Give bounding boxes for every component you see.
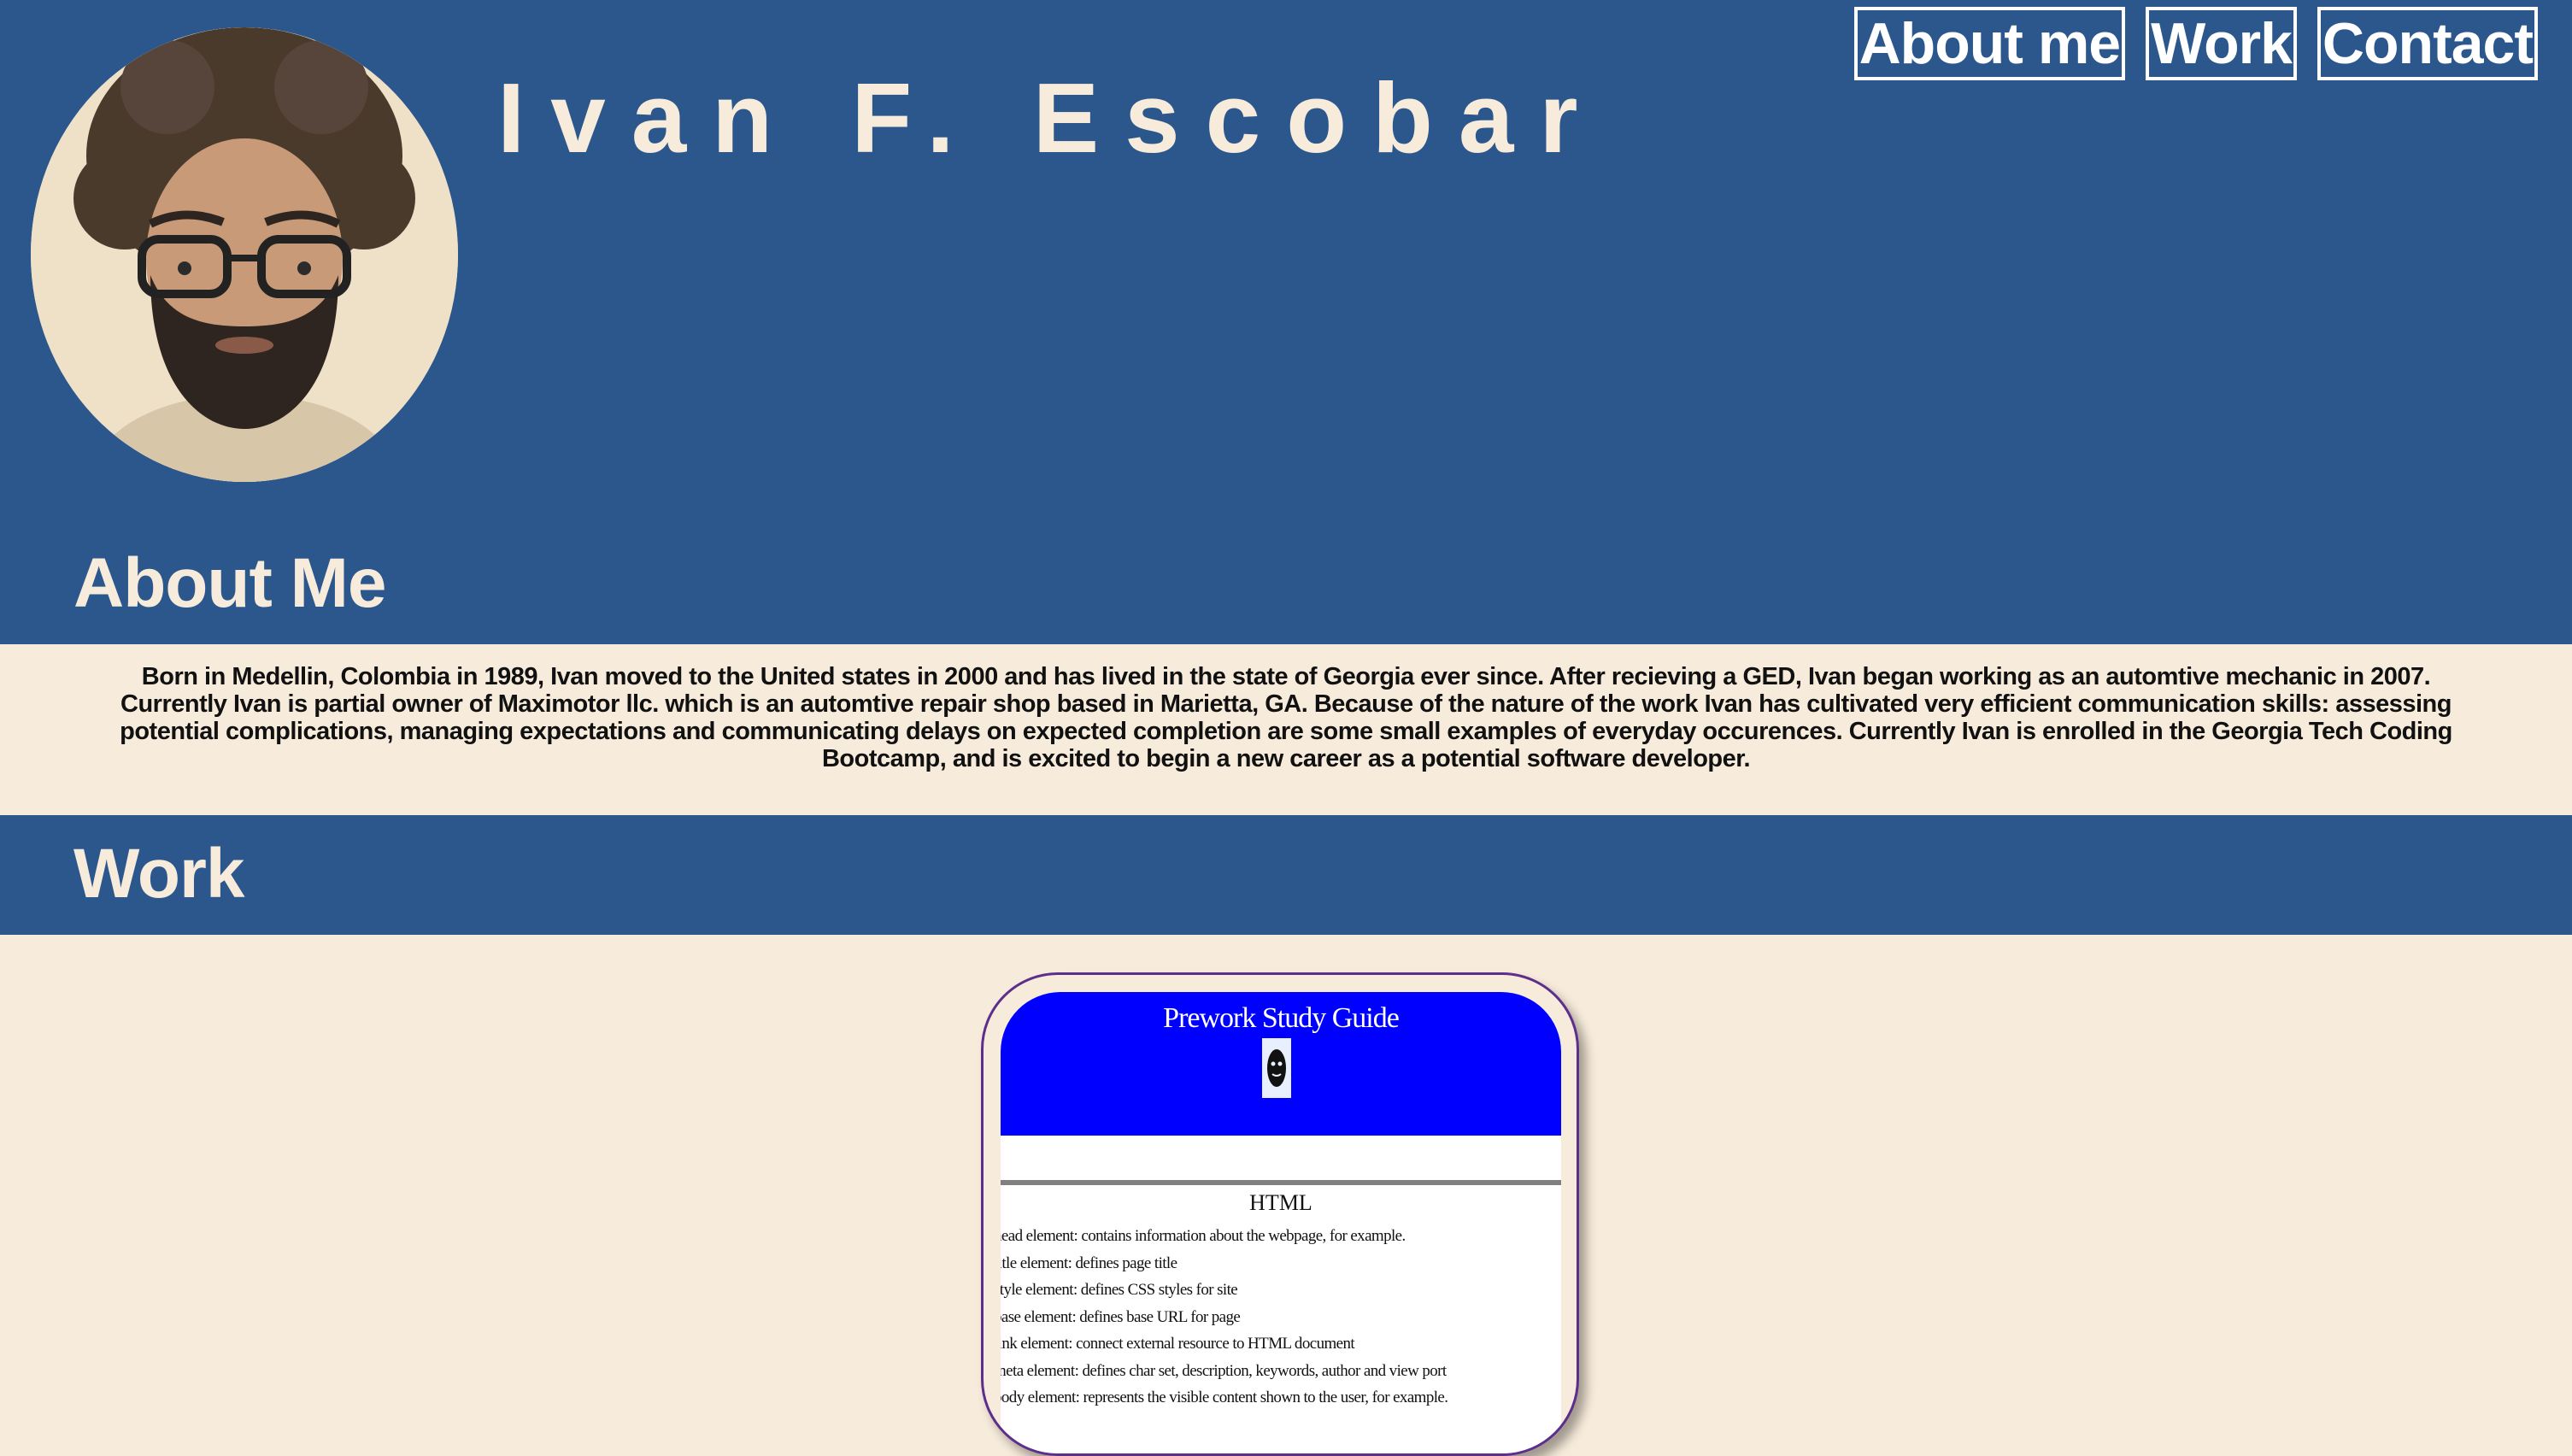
project-note-item: style element: defines CSS styles for si…	[1001, 1281, 1238, 1299]
nav-contact[interactable]: Contact	[2317, 7, 2538, 80]
nav-work[interactable]: Work	[2146, 7, 2297, 80]
site-title: Ivan F. Escobar	[497, 62, 1604, 173]
avatar-portrait-image	[31, 27, 458, 482]
site-header: Ivan F. Escobar About me Work Contact Ab…	[0, 0, 2572, 644]
avatar	[31, 27, 458, 482]
project-note-item: title element: defines page title	[1001, 1253, 1177, 1272]
about-heading: About Me	[73, 544, 386, 622]
project-divider	[1001, 1180, 1561, 1185]
project-note-item: base element: defines base URL for page	[1001, 1307, 1241, 1326]
about-section: Born in Medellin, Colombia in 1989, Ivan…	[0, 644, 2572, 815]
project-title: Prework Study Guide	[1163, 1002, 1400, 1034]
about-text: Born in Medellin, Colombia in 1989, Ivan…	[120, 663, 2452, 772]
nav-about-me[interactable]: About me	[1853, 7, 2126, 80]
project-screenshot-header: Prework Study Guide	[1001, 992, 1561, 1136]
project-note-item: link element: connect external resource …	[1001, 1335, 1355, 1353]
project-note-item: body element: represents the visible con…	[1001, 1388, 1448, 1406]
work-project-card[interactable]: Prework Study Guide HTML head element: c…	[981, 972, 1579, 1456]
work-section-header: Work	[0, 815, 2572, 935]
project-section-heading: HTML	[1249, 1190, 1312, 1215]
project-screenshot[interactable]: Prework Study Guide HTML head element: c…	[1001, 992, 1561, 1453]
work-heading: Work	[73, 835, 245, 913]
project-notes-list: head element: contains information about…	[1001, 1223, 1448, 1412]
project-note-item: meta element: defines char set, descript…	[1001, 1361, 1447, 1380]
top-nav: About me Work Contact	[1853, 7, 2538, 80]
project-logo-icon	[1262, 1038, 1291, 1098]
project-note-item: head element: contains information about…	[1001, 1227, 1406, 1245]
